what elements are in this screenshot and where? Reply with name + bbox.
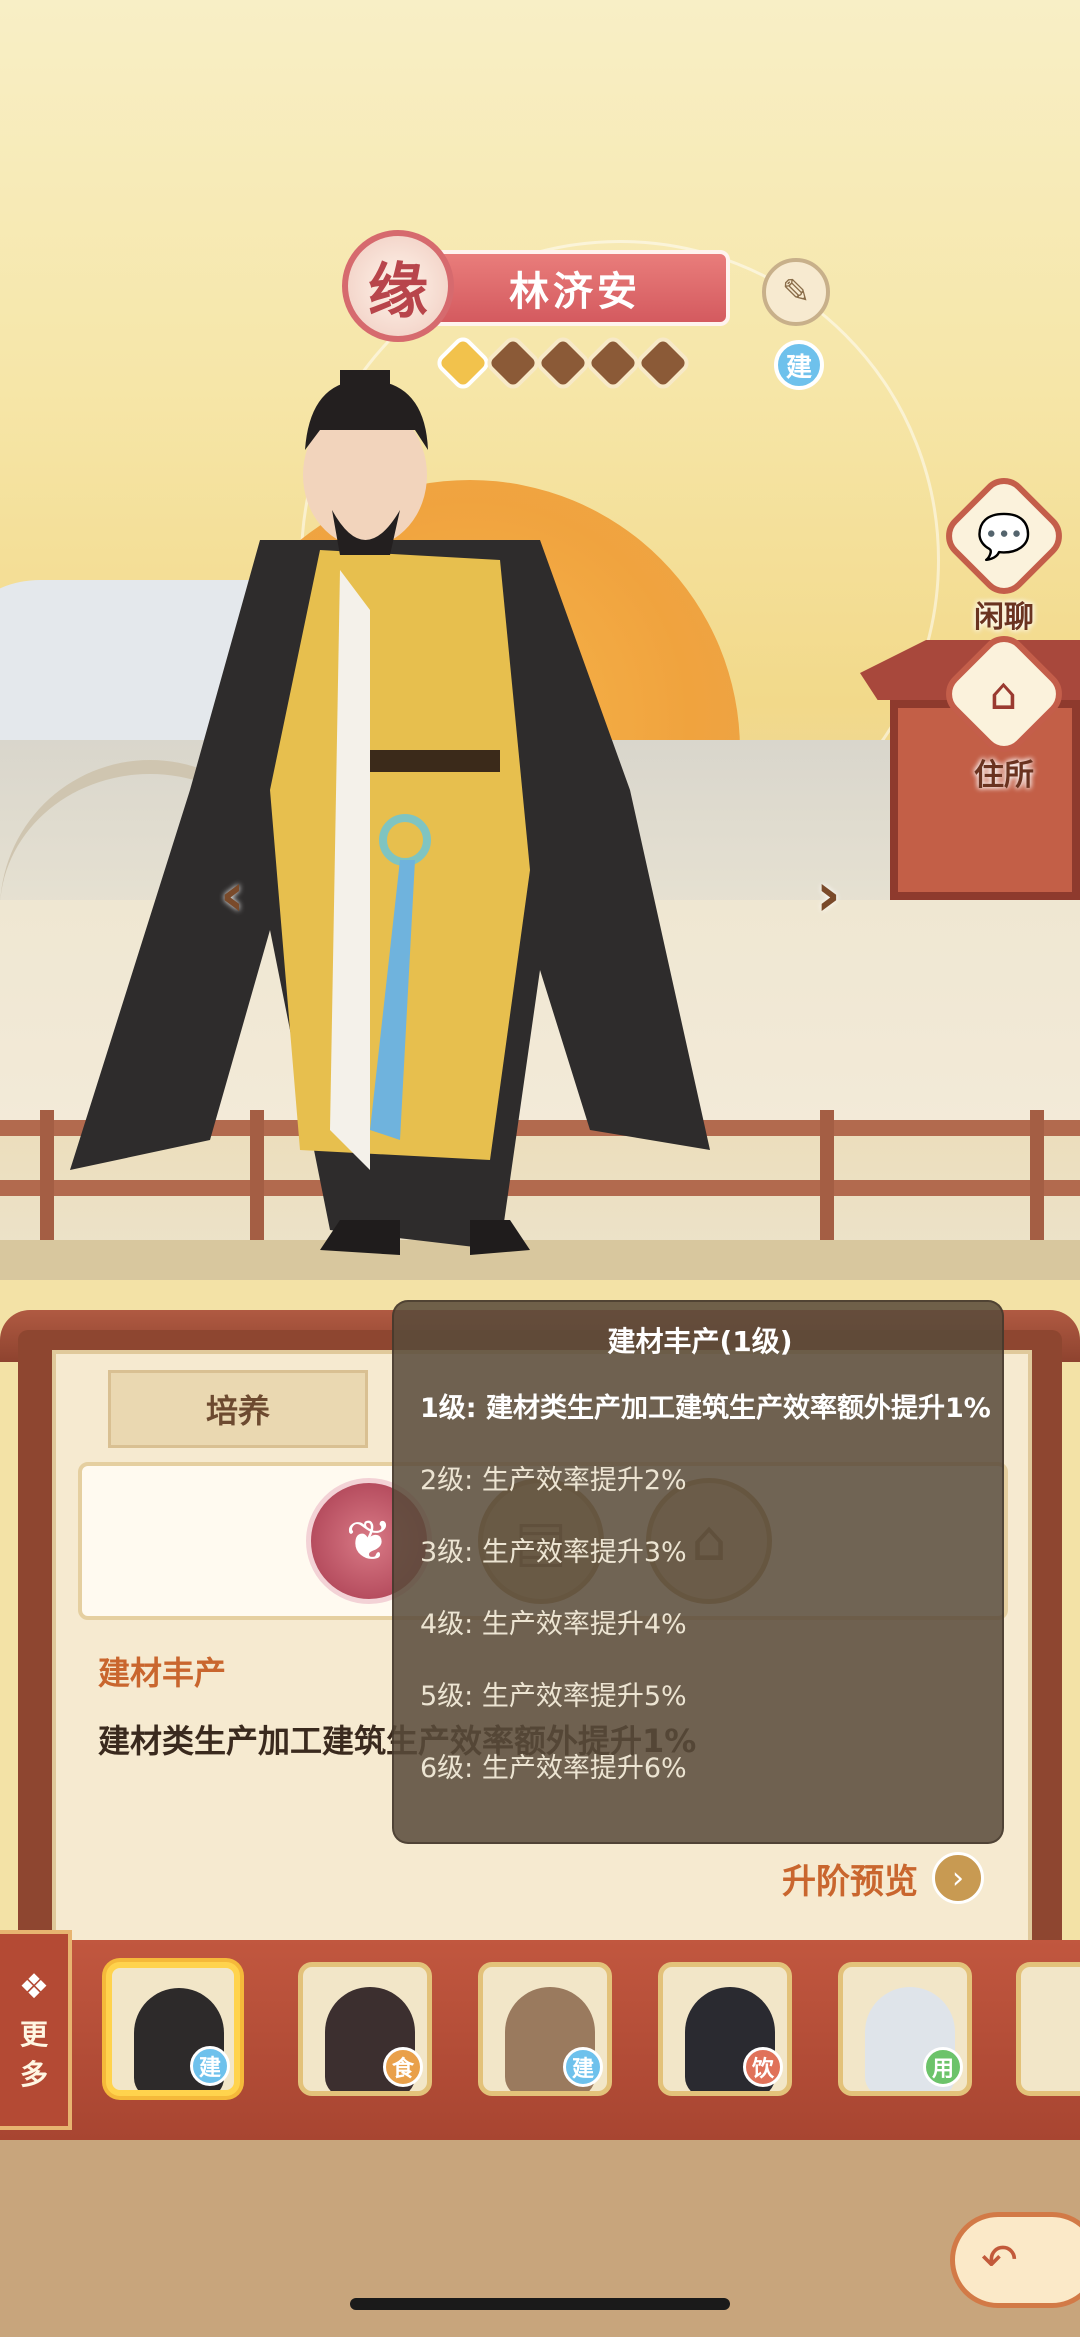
roster-portrait[interactable]: 建: [478, 1962, 612, 2096]
back-button[interactable]: ↶: [950, 2212, 1080, 2308]
skill-title: 建材丰产: [98, 1654, 227, 1692]
roster-portrait[interactable]: 食: [298, 1962, 432, 2096]
type-tag: 食: [383, 2047, 423, 2087]
diamond-icon: ❖: [18, 1967, 50, 2007]
chat-icon: 💬: [936, 468, 1072, 604]
tooltip-level-line: 1级: 建材类生产加工建筑生产效率额外提升1%: [420, 1393, 991, 1424]
roster-portrait[interactable]: 用: [838, 1962, 972, 2096]
character-name: 林济安: [509, 269, 641, 315]
type-tag: 用: [923, 2047, 963, 2087]
roster-portrait-partial[interactable]: [1016, 1962, 1080, 2096]
house-icon: ⌂: [936, 626, 1072, 762]
star-rating: [433, 333, 693, 393]
skill-tooltip: 建材丰产(1级) 1级: 建材类生产加工建筑生产效率额外提升1% 2级: 生产效…: [392, 1300, 1004, 1844]
tooltip-level-line: 3级: 生产效率提升3%: [420, 1537, 687, 1568]
upgrade-preview-button[interactable]: 升阶预览 ›: [782, 1852, 984, 1904]
type-tag: 饮: [743, 2047, 783, 2087]
tooltip-level-line: 4级: 生产效率提升4%: [420, 1609, 687, 1640]
roster-portrait[interactable]: 建: [106, 1962, 240, 2096]
edit-icon[interactable]: ✎: [762, 258, 830, 326]
back-arrow-icon: ↶: [981, 2234, 1018, 2286]
chat-button[interactable]: 💬 闲聊: [936, 468, 1072, 636]
roster-portrait[interactable]: 饮: [658, 1962, 792, 2096]
type-tag: 建: [190, 2046, 230, 2086]
more-button[interactable]: ❖ 更 多: [0, 1930, 72, 2130]
character-name-banner: 林济安: [420, 250, 730, 326]
tooltip-level-line: 5级: 生产效率提升5%: [420, 1681, 687, 1712]
star-icon: [483, 333, 543, 393]
tooltip-title: 建材丰产(1级): [607, 1325, 793, 1358]
star-icon: [433, 333, 493, 393]
star-icon: [533, 333, 593, 393]
residence-button[interactable]: ⌂ 住所: [936, 626, 1072, 794]
star-icon: [583, 333, 643, 393]
tab-cultivate[interactable]: 培养: [108, 1370, 368, 1448]
star-icon: [633, 333, 693, 393]
type-tag: 建: [563, 2047, 603, 2087]
home-indicator: [350, 2298, 730, 2310]
chevron-right-icon: ›: [932, 1852, 984, 1904]
type-badge: 建: [774, 340, 824, 390]
next-character-arrow-icon[interactable]: ›: [816, 860, 841, 930]
affinity-badge[interactable]: 缘: [342, 230, 454, 342]
prev-character-arrow-icon[interactable]: ‹: [220, 860, 245, 930]
character-illustration: [70, 370, 710, 1255]
tooltip-level-line: 6级: 生产效率提升6%: [420, 1753, 687, 1784]
tooltip-level-line: 2级: 生产效率提升2%: [420, 1465, 687, 1496]
